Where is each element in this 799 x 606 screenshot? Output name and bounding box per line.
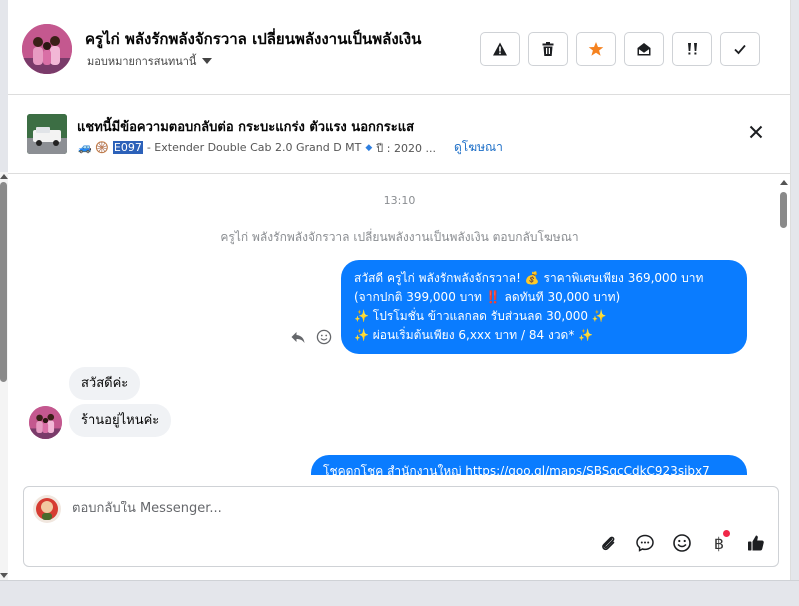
- reply-icon[interactable]: [290, 329, 306, 345]
- ad-reply-notice: ครูไก่ พลังรักพลังจักรวาล เปลี่ยนพลังงาน…: [220, 230, 579, 244]
- mark-unread-button[interactable]: [624, 32, 664, 66]
- header-actions: [480, 32, 760, 66]
- paperclip-icon: [602, 536, 615, 551]
- check-icon: [734, 44, 746, 55]
- notification-dot: [723, 530, 730, 537]
- thumbs-up-icon: [748, 535, 764, 551]
- delete-button[interactable]: [528, 32, 568, 66]
- ad-model: - Extender Double Cab 2.0 Grand D MT: [146, 141, 362, 154]
- contact-avatar[interactable]: [22, 24, 72, 74]
- message-composer: ฿: [23, 486, 779, 567]
- composer-tools: ฿: [598, 530, 766, 553]
- message-thread[interactable]: 13:10 ครูไก่ พลังรักพลังจักรวาล เปลี่ยนพ…: [8, 175, 791, 475]
- payment-button[interactable]: ฿: [709, 530, 730, 553]
- ad-year: ปี : 2020 ...: [376, 141, 436, 155]
- scroll-up-arrow[interactable]: [780, 180, 788, 185]
- chevron-down-icon: [202, 58, 213, 64]
- star-icon: [588, 42, 604, 56]
- emoji-button[interactable]: [672, 533, 692, 553]
- contact-avatar-small[interactable]: [29, 406, 62, 439]
- assign-conversation-dropdown[interactable]: มอบหมายการสนทนานี้: [87, 52, 213, 70]
- follow-up-icon: [688, 43, 697, 55]
- outgoing-line: ✨ ผ่อนเริ่มต้นเพียง 6,xxx บาท / 84 งวด* …: [354, 328, 594, 342]
- baht-icon: ฿: [713, 533, 725, 553]
- conversation-header: ครูไก่ พลังรักพลังจักรวาล เปลี่ยนพลังงาน…: [8, 0, 791, 95]
- reply-input[interactable]: [72, 501, 712, 516]
- attach-button[interactable]: [598, 533, 618, 553]
- like-button[interactable]: [746, 533, 766, 553]
- mark-done-button[interactable]: [720, 32, 760, 66]
- report-button[interactable]: [480, 32, 520, 66]
- scrollbar-thumb[interactable]: [780, 192, 787, 228]
- incoming-message[interactable]: สวัสดีค่ะ: [69, 367, 141, 400]
- ad-code: E097: [112, 141, 143, 154]
- diamond-icon: ◆: [365, 142, 373, 153]
- smiley-icon: [673, 534, 691, 552]
- close-icon[interactable]: [747, 123, 765, 141]
- envelope-open-icon: [637, 43, 651, 56]
- thread-scrollbar[interactable]: [779, 180, 789, 470]
- star-button[interactable]: [576, 32, 616, 66]
- page-scrollbar[interactable]: [0, 172, 8, 580]
- message-timestamp: 13:10: [383, 194, 416, 207]
- message-tools: [290, 329, 332, 345]
- outgoing-message[interactable]: สวัสดี ครูไก่ พลังรักพลังจักรวาล! 💰 ราคา…: [341, 260, 747, 354]
- scroll-down-arrow[interactable]: [0, 573, 8, 578]
- bottom-strip: [0, 580, 799, 606]
- ad-thumbnail[interactable]: [27, 114, 67, 154]
- warning-icon: [493, 42, 507, 56]
- ad-title: แชทนี้มีข้อความตอบกลับต่อ กระบะแกร่ง ตัว…: [77, 120, 415, 135]
- ad-reply-banner: แชทนี้มีข้อความตอบกลับต่อ กระบะแกร่ง ตัว…: [8, 96, 791, 174]
- incoming-message[interactable]: ร้านอยู่ไหนค่ะ: [69, 404, 172, 437]
- trash-icon: [542, 42, 554, 56]
- contact-name: ครูไก่ พลังรักพลังจักรวาล เปลี่ยนพลังงาน…: [85, 30, 422, 48]
- scroll-up-arrow[interactable]: [0, 174, 8, 179]
- assign-label: มอบหมายการสนทนานี้: [87, 55, 197, 68]
- saved-replies-button[interactable]: [635, 533, 655, 553]
- view-ad-link[interactable]: ดูโฆษณา: [454, 138, 503, 157]
- outgoing-line: ✨ โปรโมชั่น ข้าวแลกลด รับส่วนลด 30,000 ✨: [354, 309, 607, 323]
- scrollbar-thumb[interactable]: [0, 182, 7, 382]
- car-emoji: 🚙 🛞: [78, 141, 109, 154]
- outgoing-message[interactable]: โชคดกโชค สำนักงานใหญ่ https://goo.gl/map…: [311, 455, 747, 475]
- chat-bubble-icon: [636, 534, 654, 552]
- ad-details: 🚙 🛞 E097 - Extender Double Cab 2.0 Grand…: [78, 138, 503, 157]
- conversation-panel: ครูไก่ พลังรักพลังจักรวาล เปลี่ยนพลังงาน…: [8, 0, 791, 580]
- reaction-icon[interactable]: [316, 329, 332, 345]
- outgoing-line: (จากปกติ 399,000 บาท ‼️ ลดทันที 30,000 บ…: [354, 290, 621, 304]
- follow-up-button[interactable]: [672, 32, 712, 66]
- page-avatar: [33, 495, 61, 523]
- outgoing-line: สวัสดี ครูไก่ พลังรักพลังจักรวาล! 💰 ราคา…: [354, 271, 704, 285]
